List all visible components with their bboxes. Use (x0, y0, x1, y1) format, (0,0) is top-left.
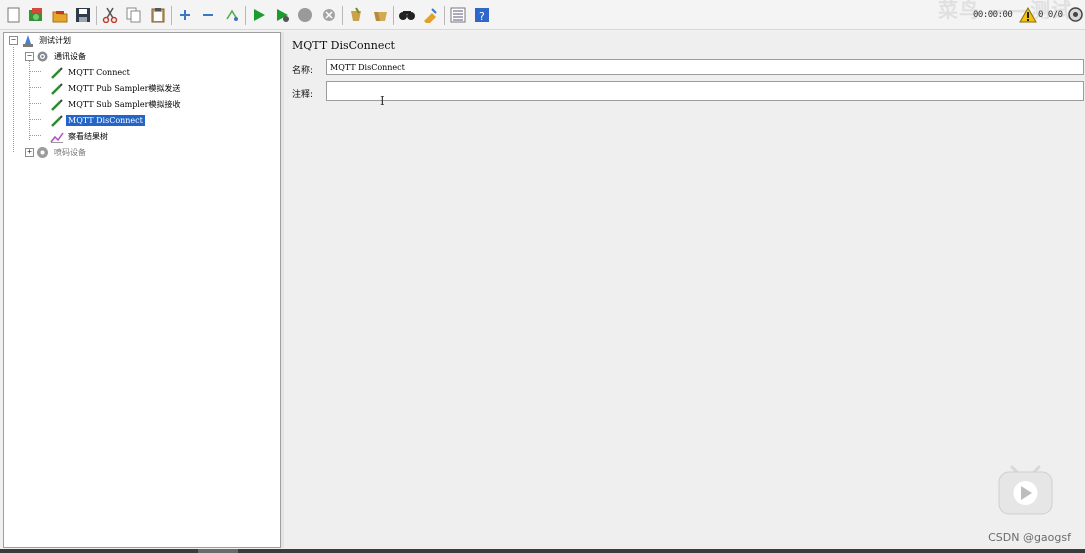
tree-node-mqtt-disconnect[interactable]: MQTT DisConnect (49, 113, 145, 128)
tree-node-mqtt-sub-sampler[interactable]: MQTT Sub Sampler模拟接收 (49, 97, 182, 112)
toolbar-separator (171, 6, 172, 25)
tree-line (29, 87, 41, 88)
tree-node-label: 测试计划 (39, 36, 71, 45)
tree-node-label: MQTT Connect (68, 68, 130, 77)
clear-icon[interactable] (347, 6, 365, 24)
expand-all-icon[interactable] (176, 6, 194, 24)
test-plan-tree[interactable]: − 测试计划 − 通讯设备 MQTT Connect MQTT Pub Samp… (3, 32, 281, 548)
elapsed-timer: 00:00:00 (973, 10, 1013, 20)
open-icon[interactable] (51, 6, 69, 24)
collapse-all-icon[interactable] (199, 6, 217, 24)
tree-node-disabled-group[interactable]: 喷码设备 (35, 145, 88, 160)
function-helper-icon[interactable] (449, 6, 467, 24)
sampler-pipette-icon (49, 113, 64, 128)
reset-search-icon[interactable] (421, 6, 439, 24)
collapse-toggle[interactable]: − (25, 52, 34, 61)
comment-label: 注释: (292, 90, 314, 100)
page-title: MQTT DisConnect (292, 39, 395, 52)
tree-line (13, 47, 14, 152)
toolbar-separator (342, 6, 343, 25)
text-cursor-icon: I (380, 94, 385, 108)
tree-node-label: MQTT DisConnect (66, 115, 145, 126)
name-field[interactable]: MQTT DisConnect (326, 59, 1084, 75)
help-icon[interactable]: ? (473, 6, 491, 24)
tree-node-label: 察看结果树 (68, 132, 108, 141)
sampler-pipette-icon (49, 97, 64, 112)
tree-line (29, 71, 41, 72)
gear-icon (35, 145, 50, 160)
save-icon[interactable] (74, 6, 92, 24)
start-icon[interactable] (250, 6, 268, 24)
search-icon[interactable] (398, 6, 416, 24)
tree-line (29, 135, 41, 136)
name-label: 名称: (292, 66, 314, 76)
video-play-icon[interactable] (998, 462, 1053, 517)
warning-icon[interactable] (1019, 6, 1037, 27)
csdn-watermark: CSDN @gaogsf (988, 531, 1071, 544)
toolbar-separator (245, 6, 246, 25)
sampler-pipette-icon (49, 65, 64, 80)
tree-line (29, 61, 30, 140)
listener-chart-icon (49, 129, 64, 144)
taskbar-segment (198, 549, 238, 553)
paste-icon[interactable] (149, 6, 167, 24)
tree-line (29, 119, 41, 120)
new-icon[interactable] (5, 6, 23, 24)
start-no-pauses-icon[interactable] (273, 6, 291, 24)
tree-line (29, 103, 41, 104)
jmeter-window: ? 菜鸟 ——测试 00:00:00 0 0/0 − 测试计划 − 通讯设备 M… (0, 0, 1085, 553)
toolbar-separator (444, 6, 445, 25)
svg-text:?: ? (479, 10, 485, 23)
status-indicator-icon[interactable] (1068, 7, 1083, 26)
panel-splitter[interactable] (281, 32, 284, 548)
toggle-icon[interactable] (223, 6, 241, 24)
tree-node-label: 通讯设备 (54, 52, 86, 61)
templates-icon[interactable] (27, 6, 45, 24)
collapse-toggle[interactable]: − (9, 36, 18, 45)
tree-node-view-results-tree[interactable]: 察看结果树 (49, 129, 110, 144)
stop-icon[interactable] (296, 6, 314, 24)
tree-node-mqtt-connect[interactable]: MQTT Connect (49, 65, 132, 80)
tree-node-label: MQTT Sub Sampler模拟接收 (68, 100, 181, 109)
comment-field[interactable] (326, 81, 1084, 101)
element-config-panel: MQTT DisConnect 名称: MQTT DisConnect 注释: … (285, 32, 1085, 548)
tree-node-test-plan[interactable]: 测试计划 (20, 33, 73, 48)
toolbar-separator (393, 6, 394, 25)
copy-icon[interactable] (125, 6, 143, 24)
warning-count: 0 0/0 (1038, 10, 1063, 20)
clear-all-icon[interactable] (371, 6, 389, 24)
tree-node-mqtt-pub-sampler[interactable]: MQTT Pub Sampler模拟发送 (49, 81, 182, 96)
test-plan-icon (20, 33, 35, 48)
toolbar-separator (96, 6, 97, 25)
shutdown-icon[interactable] (320, 6, 338, 24)
tree-node-label: 喷码设备 (54, 148, 86, 157)
taskbar-strip (0, 549, 1085, 553)
gear-icon (35, 49, 50, 64)
sampler-pipette-icon (49, 81, 64, 96)
cut-icon[interactable] (101, 6, 119, 24)
expand-toggle[interactable]: + (25, 148, 34, 157)
tree-node-thread-group[interactable]: 通讯设备 (35, 49, 88, 64)
toolbar: ? 菜鸟 ——测试 00:00:00 0 0/0 (0, 0, 1085, 30)
tree-node-label: MQTT Pub Sampler模拟发送 (68, 84, 181, 93)
